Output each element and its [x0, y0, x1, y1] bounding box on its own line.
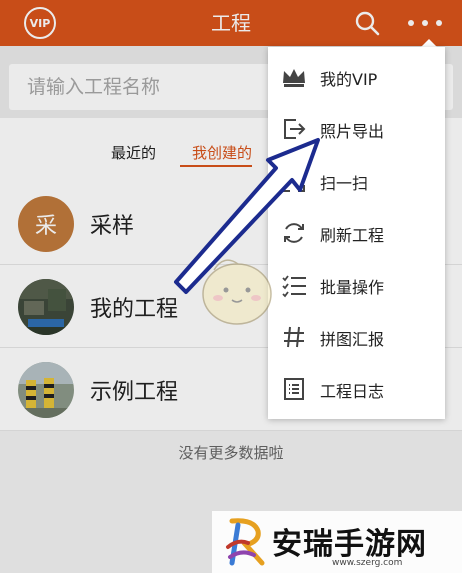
watermark-logo-icon: [226, 518, 265, 566]
export-icon: [284, 119, 306, 139]
scan-icon: [283, 170, 305, 192]
list-end-text: 没有更多数据啦: [178, 444, 284, 462]
menu-item-my-vip[interactable]: 我的VIP: [268, 51, 445, 103]
refresh-icon: [284, 223, 304, 243]
menu-item-label: 我的VIP: [320, 70, 378, 89]
menu-item-label: 拼图汇报: [320, 330, 385, 349]
menu-item-label: 刷新工程: [320, 226, 385, 245]
menu-item-scan[interactable]: 扫一扫: [268, 155, 445, 207]
crown-icon: [283, 69, 305, 87]
watermark-url: www.szerg.com: [332, 558, 403, 568]
menu-item-label: 批量操作: [320, 278, 385, 297]
project-name: 我的工程: [90, 297, 179, 322]
watermark: 安瑞手游网 www.szerg.com: [212, 511, 462, 573]
checklist-icon: [282, 275, 306, 298]
avatar: [18, 279, 74, 335]
tab-recent[interactable]: 最近的: [111, 142, 156, 163]
grid-icon: [284, 326, 304, 348]
tab-my-created[interactable]: 我创建的: [180, 142, 253, 167]
top-bar: VIP 工程: [0, 0, 462, 46]
menu-item-photo-export[interactable]: 照片导出: [268, 103, 445, 155]
menu-item-batch[interactable]: 批量操作: [268, 259, 445, 311]
more-menu-icon[interactable]: [408, 14, 442, 32]
menu-item-collage-report[interactable]: 拼图汇报: [268, 311, 445, 363]
menu-item-project-log[interactable]: 工程日志: [268, 363, 445, 415]
dropdown-menu: 我的VIP 照片导出 扫一扫 刷新工程 批量操作 拼图汇报 工程日志: [268, 47, 445, 419]
menu-item-label: 照片导出: [320, 122, 385, 141]
menu-item-refresh[interactable]: 刷新工程: [268, 207, 445, 259]
menu-item-label: 扫一扫: [320, 174, 369, 193]
avatar: 采: [18, 196, 74, 252]
page-title: 工程: [211, 11, 251, 35]
log-icon: [284, 378, 304, 400]
watermark-text: 安瑞手游网: [272, 527, 427, 562]
avatar: [18, 362, 74, 418]
search-icon[interactable]: [354, 10, 380, 36]
menu-item-label: 工程日志: [320, 382, 385, 401]
project-name: 采样: [90, 214, 135, 239]
project-name: 示例工程: [90, 380, 179, 405]
